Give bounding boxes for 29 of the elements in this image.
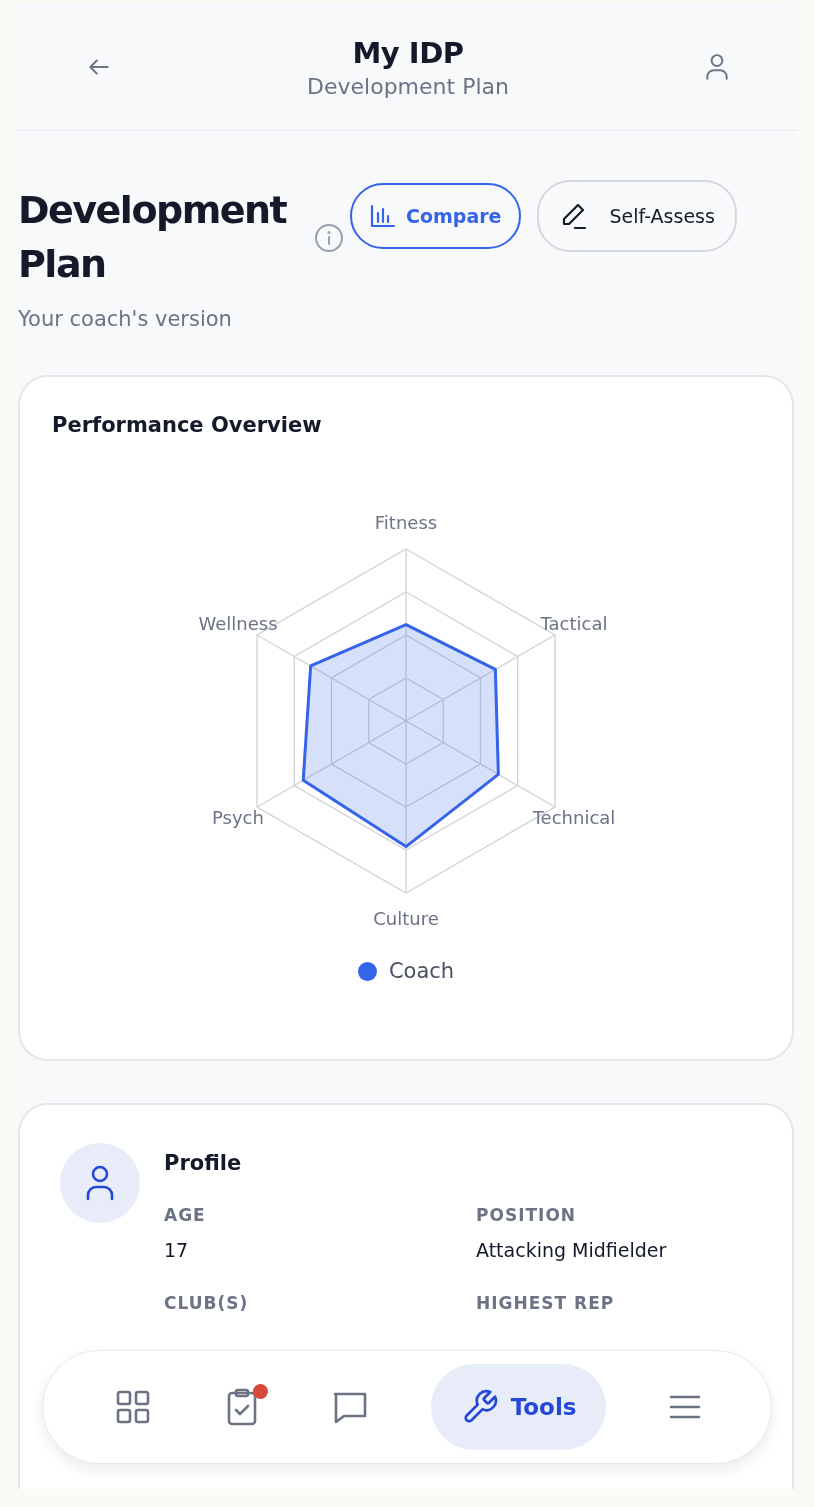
axis-label: Tactical (540, 613, 608, 634)
field-label: POSITION (476, 1205, 578, 1225)
field-value: Attacking Midfielder (476, 1239, 668, 1261)
field-value: 17 (164, 1239, 190, 1261)
header-title: My IDP (352, 35, 464, 70)
profile-button[interactable] (704, 53, 730, 81)
axis-label: Technical (532, 807, 616, 828)
tools-tab[interactable]: Tools (430, 1364, 607, 1450)
card-title: Performance Overview (52, 413, 323, 437)
self-assess-button[interactable]: Self-Assess (537, 180, 737, 252)
field-label: HIGHEST REP (476, 1293, 616, 1313)
axis-label: Culture (373, 908, 439, 929)
info-icon[interactable] (314, 223, 344, 253)
page-subtitle: Your coach's version (18, 307, 233, 331)
field-label: CLUB(S) (164, 1293, 250, 1313)
clipboard-check-icon (225, 1388, 258, 1426)
compare-button[interactable]: Compare (350, 183, 522, 249)
legend-label: Coach (388, 959, 455, 983)
chat-bubble-icon (332, 1390, 369, 1424)
field-label: AGE (164, 1205, 207, 1225)
page-title: Development Plan (18, 187, 288, 288)
menu-icon (669, 1394, 701, 1420)
header-subtitle: Development Plan (307, 73, 509, 99)
card-title: Profile (164, 1151, 243, 1175)
grid-icon (115, 1389, 151, 1425)
axis-label: Wellness (198, 613, 278, 634)
axis-label: Psych (212, 807, 264, 828)
bar-chart-icon (370, 204, 396, 228)
axis-label: Fitness (374, 512, 438, 533)
